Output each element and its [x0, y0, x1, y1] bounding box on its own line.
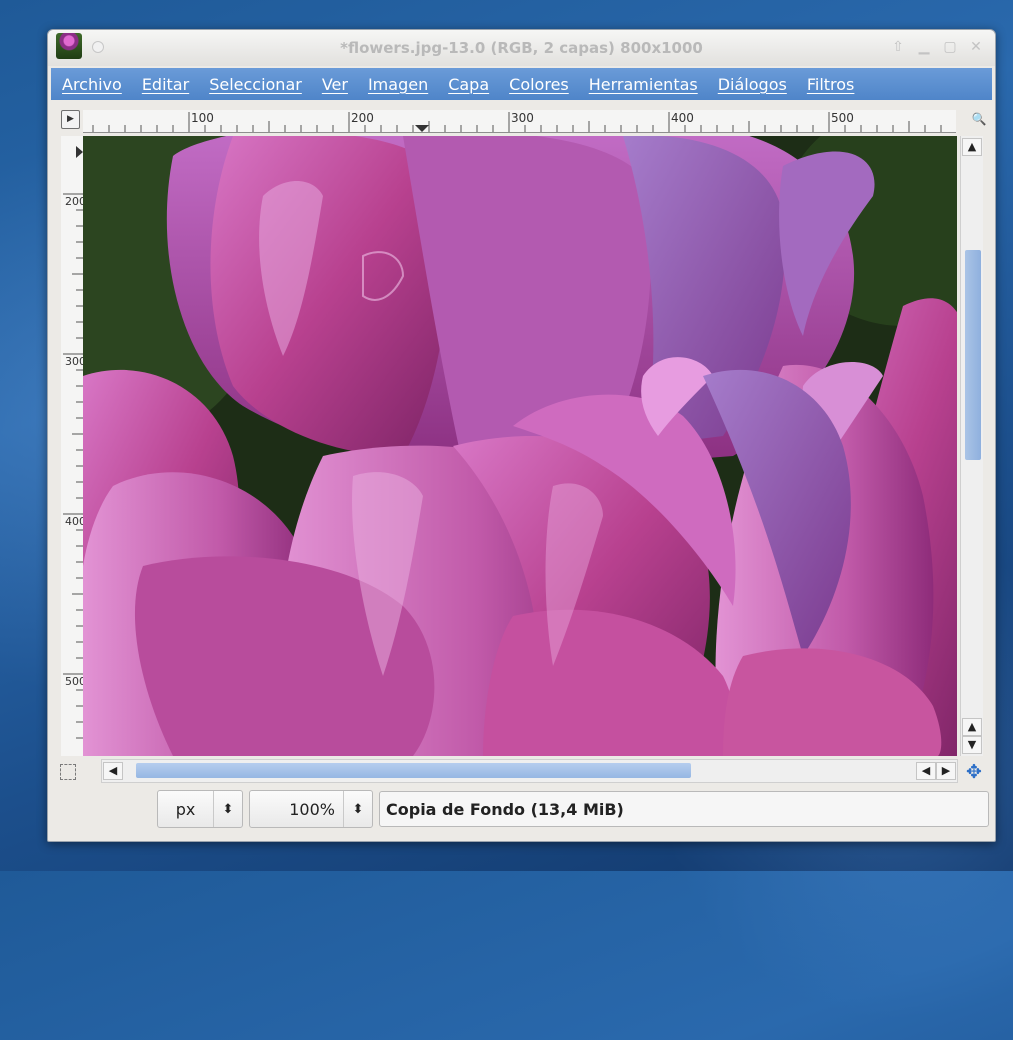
keep-above-icon[interactable]: ⇧	[889, 38, 907, 56]
menu-dialogos[interactable]: Diálogos	[707, 75, 796, 94]
vertical-ruler[interactable]: 200 300 400 500	[61, 136, 84, 756]
spin-arrows-icon: ⬍	[343, 791, 372, 827]
hruler-label: 400	[671, 111, 694, 125]
hruler-label: 200	[351, 111, 374, 125]
image-canvas[interactable]	[83, 136, 957, 756]
scroll-up-button[interactable]: ▲	[962, 138, 982, 156]
scroll-left-button[interactable]: ◀	[103, 762, 123, 780]
quick-mask-toggle-icon[interactable]	[60, 764, 76, 780]
unit-selector[interactable]: px ⬍	[157, 790, 243, 828]
vruler-ticks	[63, 146, 83, 739]
zoom-selector[interactable]: 100% ⬍	[249, 790, 373, 828]
statusbar: px ⬍ 100% ⬍ Copia de Fondo (13,4 MiB)	[157, 790, 989, 828]
menu-colores[interactable]: Colores	[498, 75, 578, 94]
vruler-label: 200	[65, 195, 84, 208]
hruler-label: 100	[191, 111, 214, 125]
vertical-scrollbar[interactable]: ▲ ▲ ▼	[960, 136, 983, 756]
window-title: *flowers.jpg-13.0 (RGB, 2 capas) 800x100…	[340, 39, 703, 57]
image-window: *flowers.jpg-13.0 (RGB, 2 capas) 800x100…	[47, 29, 996, 842]
flower-photo	[83, 136, 957, 756]
maximize-button[interactable]: ▢	[941, 38, 959, 56]
menu-herramientas[interactable]: Herramientas	[578, 75, 707, 94]
vruler-label: 400	[65, 515, 84, 528]
vertical-scroll-thumb[interactable]	[965, 250, 981, 460]
menu-capa[interactable]: Capa	[437, 75, 498, 94]
ruler-menu-icon[interactable]: ▶	[61, 110, 80, 129]
menu-ver[interactable]: Ver	[311, 75, 357, 94]
hruler-label: 500	[831, 111, 854, 125]
horizontal-scroll-thumb[interactable]	[136, 763, 691, 778]
magnifier-icon[interactable]: 🔍	[971, 112, 987, 128]
menu-seleccionar[interactable]: Seleccionar	[198, 75, 311, 94]
minimize-button[interactable]: ▁	[915, 38, 933, 56]
zoom-value: 100%	[289, 799, 335, 819]
horizontal-scrollbar[interactable]: ◀ ◀ ▶	[101, 759, 958, 783]
unit-value: px	[175, 799, 196, 819]
layer-info: Copia de Fondo (13,4 MiB)	[379, 791, 989, 827]
vruler-label: 300	[65, 355, 84, 368]
scroll-up-lower-button[interactable]: ▲	[962, 718, 982, 736]
spin-arrows-icon: ⬍	[213, 791, 242, 827]
scroll-left-lower-button[interactable]: ◀	[916, 762, 936, 780]
menu-archivo[interactable]: Archivo	[51, 75, 131, 94]
pointer-marker	[76, 146, 83, 158]
scroll-right-button[interactable]: ▶	[936, 762, 956, 780]
close-button[interactable]: ✕	[967, 38, 985, 56]
pointer-marker	[415, 125, 429, 132]
scroll-down-button[interactable]: ▼	[962, 736, 982, 754]
vruler-label: 500	[65, 675, 84, 688]
titlebar[interactable]: *flowers.jpg-13.0 (RGB, 2 capas) 800x100…	[48, 30, 995, 66]
menu-editar[interactable]: Editar	[131, 75, 198, 94]
horizontal-ruler[interactable]: 100 200 300 400 500	[83, 110, 956, 133]
menu-filtros[interactable]: Filtros	[796, 75, 864, 94]
menu-imagen[interactable]: Imagen	[357, 75, 437, 94]
hruler-label: 300	[511, 111, 534, 125]
move-cross-icon[interactable]: ✥	[966, 761, 982, 783]
menubar: Archivo Editar Seleccionar Ver Imagen Ca…	[51, 68, 992, 100]
